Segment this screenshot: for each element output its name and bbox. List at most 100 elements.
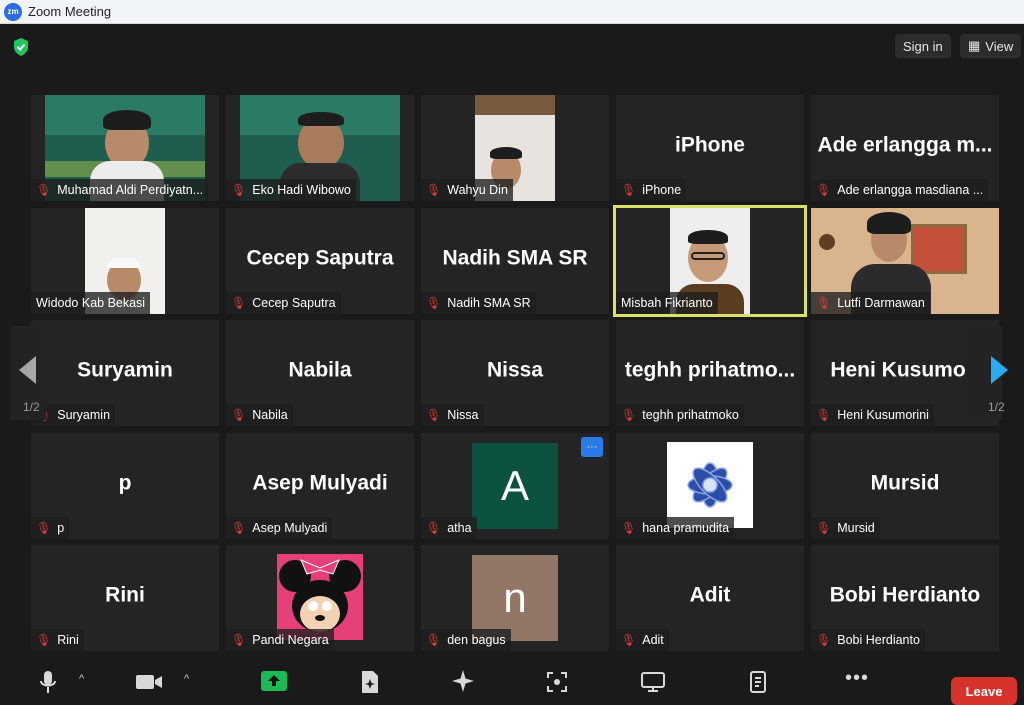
view-button[interactable]: ▦ View <box>960 34 1022 58</box>
page-indicator: 1/2 <box>23 400 40 414</box>
muted-mic-icon: 🎙 <box>816 183 832 197</box>
ai-companion-sparkle-icon[interactable] <box>451 669 475 693</box>
participant-display-name: Adit <box>689 583 731 607</box>
share-screen-icon[interactable] <box>261 671 287 691</box>
audio-options-caret-icon[interactable]: ^ <box>79 673 84 685</box>
participant-tile[interactable]: Bobi Herdianto 🎙 Bobi Herdianto <box>811 545 999 651</box>
participant-name: teghh prihatmoko <box>642 408 739 422</box>
sign-in-button[interactable]: Sign in <box>895 34 951 58</box>
participant-tile[interactable]: Ade erlangga m... 🎙 Ade erlangga masdian… <box>811 95 999 201</box>
gallery-grid: 🎙 Muhamad Aldi Perdiyatn... 🎙 Eko Hadi W… <box>0 0 1024 703</box>
muted-mic-icon: 🎙 <box>816 521 832 535</box>
participant-name: hana pramudita <box>642 521 730 535</box>
participant-tile[interactable]: n 🎙 den bagus <box>421 545 609 651</box>
participant-tile[interactable]: Nabila 🎙 Nabila <box>226 320 414 426</box>
muted-mic-icon: 🎙 <box>36 633 52 647</box>
participant-name: Ade erlangga masdiana ... <box>837 183 984 197</box>
participant-name: Eko Hadi Wibowo <box>252 183 351 197</box>
participant-display-name: teghh prihatmo... <box>624 358 796 382</box>
participant-name: iPhone <box>642 183 682 197</box>
participant-tile[interactable]: Widodo Kab Bekasi <box>31 208 219 314</box>
participant-name: Lutfi Darmawan <box>837 296 925 310</box>
more-options-button[interactable]: ··· <box>581 437 603 457</box>
leave-button[interactable]: Leave <box>951 677 1017 705</box>
participant-name-label: 🎙 Mursid <box>811 517 880 539</box>
participant-name: Nissa <box>447 408 479 422</box>
muted-mic-icon: 🎙 <box>621 183 637 197</box>
page-indicator: 1/2 <box>988 400 1005 414</box>
participant-name-label: 🎙 Rini <box>31 629 84 651</box>
participant-tile[interactable]: teghh prihatmo... 🎙 teghh prihatmoko <box>616 320 804 426</box>
video-options-caret-icon[interactable]: ^ <box>184 673 189 685</box>
next-page-button[interactable]: 1/2 <box>966 326 1008 420</box>
participant-name: den bagus <box>447 633 506 647</box>
participant-avatar <box>277 554 363 640</box>
participant-tile[interactable]: Nadih SMA SR 🎙 Nadih SMA SR <box>421 208 609 314</box>
blue-flower-icon <box>687 462 733 508</box>
participant-display-name: Bobi Herdianto <box>829 583 981 607</box>
participant-tile[interactable]: Nissa 🎙 Nissa <box>421 320 609 426</box>
muted-mic-icon: 🎙 <box>231 521 247 535</box>
microphone-icon[interactable] <box>40 670 56 694</box>
participant-name-label: 🎙 iPhone <box>616 179 687 201</box>
participant-name-label: Widodo Kab Bekasi <box>31 292 151 314</box>
muted-mic-icon: 🎙 <box>621 633 637 647</box>
participant-name: Pandi Negara <box>252 633 329 647</box>
participant-tile[interactable]: 🎙 Muhamad Aldi Perdiyatn... <box>31 95 219 201</box>
muted-mic-icon: 🎙 <box>816 633 832 647</box>
participant-name: Rini <box>57 633 79 647</box>
participant-tile[interactable]: 🎙 Wahyu Din <box>421 95 609 201</box>
participant-name-label: 🎙 Adit <box>616 629 669 651</box>
participant-display-name: Nadih SMA SR <box>442 246 588 270</box>
security-shield-icon[interactable] <box>12 37 30 57</box>
participant-name: Widodo Kab Bekasi <box>36 296 146 310</box>
participant-tile[interactable]: 🎙 hana pramudita <box>616 433 804 539</box>
previous-page-button[interactable]: 1/2 <box>10 326 46 420</box>
participant-display-name: Mursid <box>870 471 940 495</box>
participant-name-label: 🎙 teghh prihatmoko <box>616 404 744 426</box>
muted-mic-icon: 🎙 <box>231 183 247 197</box>
participant-tile[interactable]: 🎙 Lutfi Darmawan <box>811 208 999 314</box>
muted-mic-icon: 🎙 <box>621 521 637 535</box>
muted-mic-icon: 🎙 <box>36 183 52 197</box>
participant-tile[interactable]: Asep Mulyadi 🎙 Asep Mulyadi <box>226 433 414 539</box>
notes-icon[interactable] <box>749 670 769 694</box>
zoom-logo-icon: zm <box>4 2 22 21</box>
participant-display-name: Asep Mulyadi <box>252 471 388 495</box>
participant-tile[interactable]: 🎙 Eko Hadi Wibowo <box>226 95 414 201</box>
participant-name-label: 🎙 p <box>31 517 70 539</box>
participant-name-label: 🎙 Nissa <box>421 404 484 426</box>
video-camera-icon[interactable] <box>135 673 163 691</box>
participant-tile[interactable]: Cecep Saputra 🎙 Cecep Saputra <box>226 208 414 314</box>
grid-view-icon: ▦ <box>968 38 981 53</box>
participant-tile[interactable]: Adit 🎙 Adit <box>616 545 804 651</box>
participant-name: Muhamad Aldi Perdiyatn... <box>57 183 204 197</box>
muted-mic-icon: 🎙 <box>816 408 832 422</box>
participant-name: Mursid <box>837 521 875 535</box>
participant-tile[interactable]: iPhone 🎙 iPhone <box>616 95 804 201</box>
document-sparkle-icon[interactable] <box>360 670 380 694</box>
cartoon-mouse-icon <box>279 559 361 632</box>
participant-tile[interactable]: p 🎙 p <box>31 433 219 539</box>
active-speaker-tile[interactable]: Misbah Fikrianto <box>613 205 807 317</box>
more-icon[interactable]: ••• <box>845 667 869 690</box>
sign-in-label: Sign in <box>903 38 943 54</box>
participant-name: Asep Mulyadi <box>252 521 328 535</box>
muted-mic-icon: 🎙 <box>621 408 637 422</box>
muted-mic-icon: 🎙 <box>231 408 247 422</box>
participant-name: atha <box>447 521 472 535</box>
participant-name-label: 🎙 Nabila <box>226 404 293 426</box>
participant-name-label: 🎙 Cecep Saputra <box>226 292 341 314</box>
whiteboard-icon[interactable] <box>641 672 665 692</box>
participant-name: Wahyu Din <box>447 183 508 197</box>
participant-avatar: A <box>472 443 558 529</box>
apps-icon[interactable] <box>547 672 567 692</box>
participant-tile[interactable]: Mursid 🎙 Mursid <box>811 433 999 539</box>
participant-tile[interactable]: 🎙 Pandi Negara <box>226 545 414 651</box>
participant-name: Nabila <box>252 408 288 422</box>
participant-tile[interactable]: A ··· 🎙 atha <box>421 433 609 539</box>
participant-name-label: 🎙 Muhamad Aldi Perdiyatn... <box>31 179 209 201</box>
participant-tile[interactable]: Rini 🎙 Rini <box>31 545 219 651</box>
chevron-left-icon <box>19 356 36 384</box>
participant-tile[interactable]: Suryamin 🎙 Suryamin <box>31 320 219 426</box>
